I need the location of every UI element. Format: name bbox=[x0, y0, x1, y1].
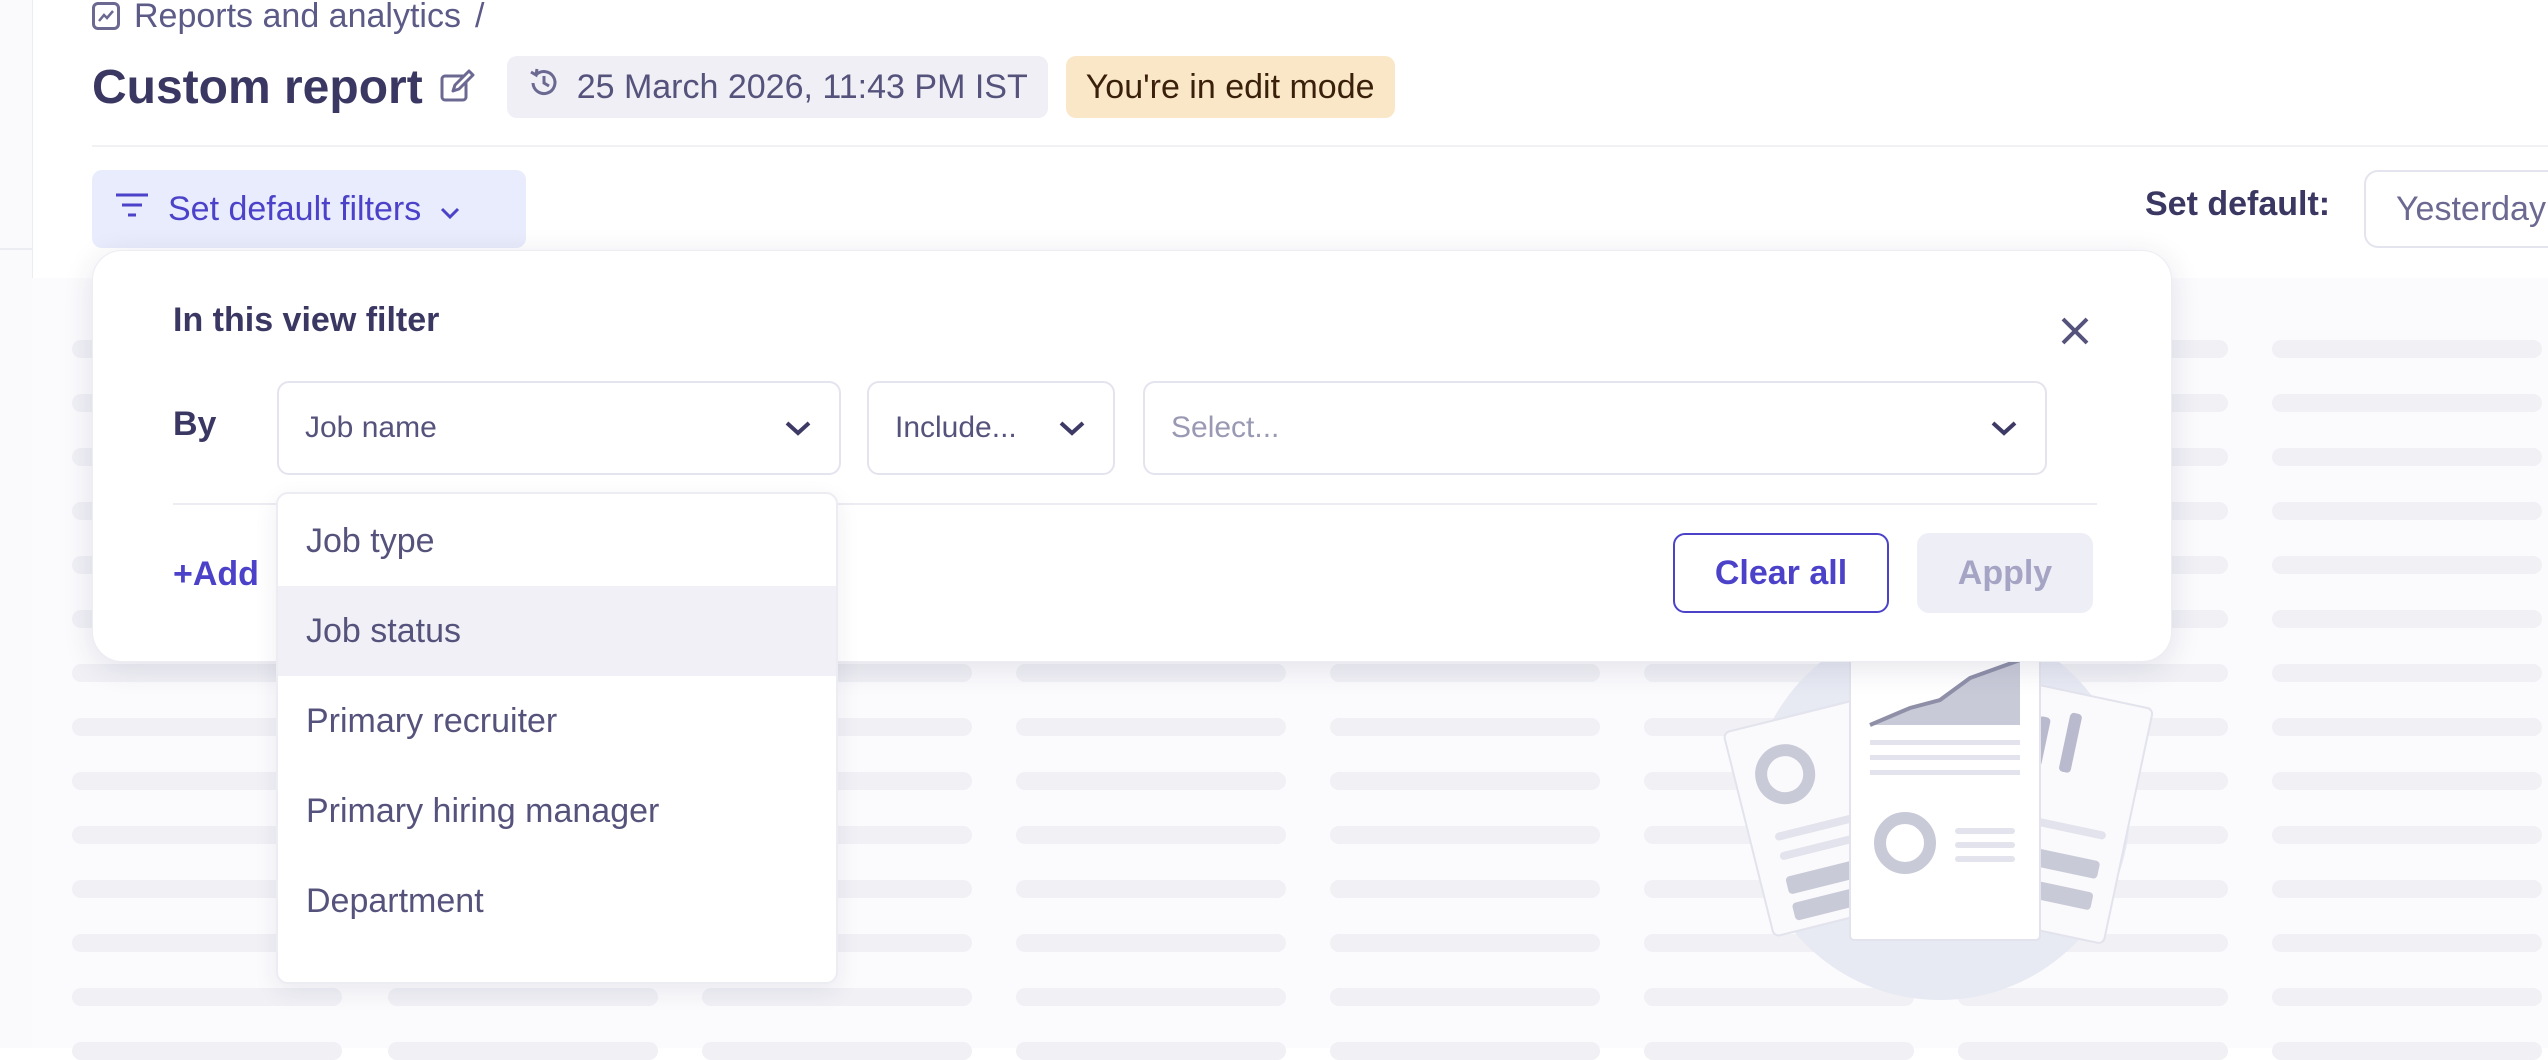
skeleton-bar bbox=[1016, 988, 1286, 1006]
skeleton-bar bbox=[72, 1042, 342, 1060]
skeleton-bar bbox=[388, 988, 658, 1006]
skeleton-bar bbox=[1016, 772, 1286, 790]
skeleton-bar bbox=[2272, 502, 2542, 520]
skeleton-bar bbox=[2272, 1042, 2542, 1060]
filter-value-select[interactable]: Select... bbox=[1143, 381, 2047, 475]
chevron-down-icon bbox=[1989, 411, 2019, 445]
skeleton-bar bbox=[1330, 988, 1600, 1006]
skeleton-bar bbox=[1016, 664, 1286, 682]
skeleton-bar bbox=[2272, 826, 2542, 844]
dropdown-option[interactable]: Department bbox=[278, 856, 836, 946]
set-default-label: Set default: bbox=[2145, 185, 2331, 223]
skeleton-bar bbox=[2272, 718, 2542, 736]
last-updated-text: 25 March 2026, 11:43 PM IST bbox=[576, 67, 1028, 106]
date-range-value: Yesterday bbox=[2396, 189, 2546, 228]
dropdown-option[interactable]: Primary hiring manager bbox=[278, 766, 836, 856]
skeleton-bar bbox=[1016, 826, 1286, 844]
chevron-down-icon bbox=[783, 411, 813, 445]
skeleton-bar bbox=[1644, 1042, 1914, 1060]
skeleton-bar bbox=[1016, 718, 1286, 736]
field-dropdown-menu: Job type Job status Primary recruiter Pr… bbox=[276, 492, 838, 984]
skeleton-bar bbox=[1016, 1042, 1286, 1060]
report-illustration bbox=[1723, 630, 2154, 1000]
skeleton-bar bbox=[2272, 340, 2542, 358]
skeleton-bar bbox=[2272, 394, 2542, 412]
skeleton-bar bbox=[1330, 664, 1600, 682]
skeleton-bar bbox=[2272, 448, 2542, 466]
filter-operator-value: Include... bbox=[895, 411, 1017, 444]
add-filter-link[interactable]: +Add bbox=[173, 555, 259, 594]
filter-field-value: Job name bbox=[305, 411, 437, 444]
header-divider bbox=[92, 145, 2548, 147]
skeleton-bar bbox=[1330, 826, 1600, 844]
skeleton-bar bbox=[72, 988, 342, 1006]
breadcrumb-separator: / bbox=[474, 0, 485, 35]
filter-operator-select[interactable]: Include... bbox=[867, 381, 1115, 475]
apply-button[interactable]: Apply bbox=[1917, 533, 2093, 613]
skeleton-bar bbox=[388, 1042, 658, 1060]
skeleton-bar bbox=[1330, 934, 1600, 952]
last-updated-chip: 25 March 2026, 11:43 PM IST bbox=[506, 56, 1048, 118]
skeleton-bar bbox=[2272, 934, 2542, 952]
rail-divider bbox=[0, 248, 32, 250]
page-title: Custom report bbox=[92, 60, 423, 114]
dropdown-option[interactable]: Primary recruiter bbox=[278, 676, 836, 766]
skeleton-bar bbox=[1016, 934, 1286, 952]
skeleton-bar bbox=[1016, 880, 1286, 898]
skeleton-bar bbox=[2272, 664, 2542, 682]
skeleton-bar bbox=[2272, 610, 2542, 628]
history-icon bbox=[527, 66, 561, 109]
clear-all-button[interactable]: Clear all bbox=[1673, 533, 1889, 613]
left-rail bbox=[0, 0, 33, 1048]
dropdown-option[interactable]: Job status bbox=[278, 586, 836, 676]
set-default-filters-button[interactable]: Set default filters bbox=[92, 170, 526, 248]
chevron-down-icon bbox=[439, 190, 461, 229]
close-icon[interactable] bbox=[2053, 309, 2097, 353]
edit-pencil-icon[interactable] bbox=[437, 67, 477, 107]
breadcrumb-link[interactable]: Reports and analytics bbox=[134, 0, 461, 36]
dropdown-option[interactable]: Job type bbox=[278, 496, 836, 586]
skeleton-bar bbox=[2272, 988, 2542, 1006]
title-row: Custom report 25 March 2026, 11:43 PM IS… bbox=[92, 52, 1395, 122]
filter-panel-heading: In this view filter bbox=[173, 301, 440, 339]
set-default-filters-label: Set default filters bbox=[168, 189, 422, 228]
skeleton-bar bbox=[1330, 718, 1600, 736]
skeleton-bar bbox=[1330, 880, 1600, 898]
chevron-down-icon bbox=[1057, 411, 1087, 445]
edit-mode-badge: You're in edit mode bbox=[1065, 56, 1395, 118]
skeleton-bar bbox=[2272, 556, 2542, 574]
skeleton-bar bbox=[2272, 880, 2542, 898]
filter-value-placeholder: Select... bbox=[1171, 411, 1280, 444]
skeleton-bar bbox=[1330, 1042, 1600, 1060]
filter-icon bbox=[114, 190, 150, 229]
by-label: By bbox=[173, 405, 217, 443]
breadcrumb: Reports and analytics / bbox=[92, 0, 484, 35]
date-range-select[interactable]: Yesterday bbox=[2364, 170, 2548, 248]
skeleton-bar bbox=[702, 988, 972, 1006]
skeleton-bar bbox=[1330, 772, 1600, 790]
skeleton-bar bbox=[2272, 772, 2542, 790]
skeleton-bar bbox=[1958, 1042, 2228, 1060]
filter-field-select[interactable]: Job name bbox=[277, 381, 841, 475]
skeleton-bar bbox=[702, 1042, 972, 1060]
chart-icon bbox=[92, 2, 120, 30]
